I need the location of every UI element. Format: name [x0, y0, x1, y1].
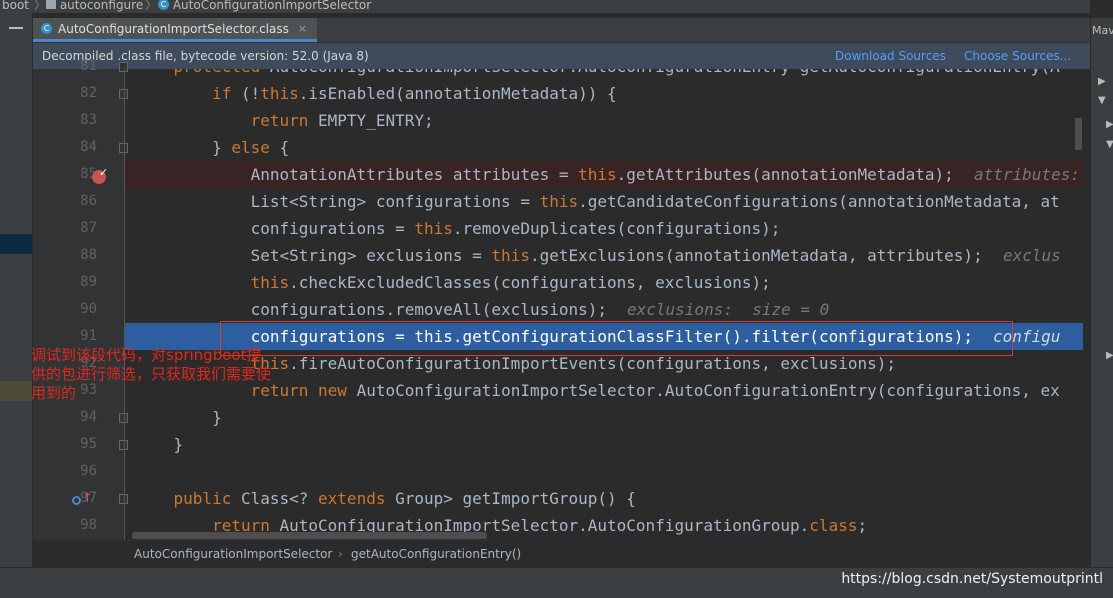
code-row[interactable]: }	[125, 404, 1083, 431]
code-text: }	[135, 435, 184, 454]
maven-tool-panel[interactable]: ▶ ▼ ▶ ▼ ▶	[1090, 18, 1113, 567]
collapse-icon[interactable]: ▼	[1106, 139, 1113, 150]
code-row[interactable]: this.checkExcludedClasses(configurations…	[125, 269, 1083, 296]
editor-tab-active[interactable]: C AutoConfigurationImportSelector.class …	[33, 18, 318, 42]
code-text: if (!this.isEnabled(annotationMetadata))…	[212, 84, 617, 103]
debug-inline-value: attributes:	[974, 165, 1080, 184]
expand-icon[interactable]: ▶	[1098, 76, 1106, 87]
line-number[interactable]: 88	[33, 242, 97, 269]
code-text: configurations.removeAll(exclusions);	[135, 300, 608, 319]
code-text: List<String> configurations = this.getCa…	[135, 192, 1060, 211]
implements-icon[interactable]	[72, 496, 81, 505]
editor-tab-bar: C AutoConfigurationImportSelector.class …	[33, 18, 1090, 43]
code-text: }	[135, 408, 222, 427]
code-row[interactable]: if (!this.isEnabled(annotationMetadata))…	[125, 80, 1083, 107]
code-row[interactable]: Set<String> exclusions = this.getExclusi…	[125, 242, 1083, 269]
annotation-highlight-box	[220, 321, 1013, 356]
line-number[interactable]: 98	[33, 512, 97, 539]
collapse-icon[interactable]: ▼	[1098, 95, 1106, 106]
horizontal-scrollbar[interactable]	[132, 532, 487, 539]
breadcrumb-item-autoconfigure[interactable]: autoconfigure	[46, 0, 143, 11]
left-strip-highlight	[0, 381, 32, 401]
breakpoint-verified-icon: ✓	[99, 166, 109, 179]
line-number[interactable]: 87	[33, 215, 97, 242]
code-text: } else {	[135, 138, 290, 157]
code-row[interactable]: configurations = this.removeDuplicates(c…	[125, 215, 1083, 242]
code-text: configurations = this.removeDuplicates(c…	[135, 219, 781, 238]
close-icon[interactable]: ×	[298, 22, 307, 35]
code-text: Set<String> exclusions = this.getExclusi…	[135, 246, 983, 265]
code-text: return EMPTY_ENTRY;	[250, 111, 434, 130]
code-editor[interactable]: protected AutoConfigurationImportSelecto…	[125, 69, 1083, 540]
line-number[interactable]: 82	[33, 80, 97, 107]
code-text: this.checkExcludedClasses(configurations…	[250, 273, 771, 292]
line-number[interactable]: 83	[33, 107, 97, 134]
breadcrumb-separator: 〉	[145, 0, 158, 12]
code-text: public Class<? extends Group> getImportG…	[173, 489, 636, 508]
collapse-icon[interactable]	[9, 27, 23, 29]
status-bar: https://blog.csdn.net/Systemoutprintl	[0, 567, 1113, 598]
breadcrumb-method[interactable]: getAutoConfigurationEntry()	[351, 541, 521, 568]
package-icon	[46, 0, 56, 9]
decompiled-banner: Decompiled .class file, bytecode version…	[33, 43, 1090, 69]
choose-sources-link[interactable]: Choose Sources...	[964, 43, 1071, 69]
code-text: protected AutoConfigurationImportSelecto…	[135, 69, 1060, 80]
breadcrumb-item-boot[interactable]: boot	[2, 0, 29, 11]
breadcrumb-label: autoconfigure	[59, 0, 144, 12]
editor-gutter[interactable]: 81 82 83 84 85 86 87 88 89 90 91 92 93 94 95 96 97 98	[33, 58, 128, 540]
line-number[interactable]: 94	[33, 404, 97, 431]
code-row[interactable]: return EMPTY_ENTRY;	[125, 107, 1083, 134]
breadcrumb-class[interactable]: AutoConfigurationImportSelector	[134, 541, 332, 568]
code-breadcrumb: AutoConfigurationImportSelector › getAut…	[33, 540, 1090, 568]
code-text: AnnotationAttributes attributes = this.g…	[135, 165, 954, 184]
editor-right-edge	[1083, 69, 1090, 540]
tab-label: AutoConfigurationImportSelector.class	[58, 21, 289, 36]
line-number[interactable]: 85	[33, 161, 97, 188]
breadcrumb-item-class[interactable]: C AutoConfigurationImportSelector	[158, 0, 371, 11]
code-row[interactable]: } else {	[125, 134, 1083, 161]
code-row[interactable]	[125, 458, 1083, 485]
line-number[interactable]: 84	[33, 134, 97, 161]
line-number[interactable]: 86	[33, 188, 97, 215]
watermark: https://blog.csdn.net/Systemoutprintl	[841, 571, 1103, 587]
breadcrumb-separator: ›	[338, 547, 343, 561]
code-text: return new AutoConfigurationImportSelect…	[250, 381, 1060, 400]
expand-icon[interactable]: ▶	[1106, 350, 1113, 361]
navigation-breadcrumb: boot 〉 autoconfigure 〉 C AutoConfigurati…	[0, 0, 1090, 13]
download-sources-link[interactable]: Download Sources	[835, 43, 946, 69]
left-strip-highlight	[0, 234, 32, 254]
line-number[interactable]: 90	[33, 296, 97, 323]
vertical-scroll-marker[interactable]	[1075, 118, 1082, 150]
breadcrumb-separator: 〉	[34, 0, 47, 12]
line-number[interactable]: 96	[33, 458, 97, 485]
code-row[interactable]: }	[125, 431, 1083, 458]
maven-panel-label[interactable]: Mav	[1092, 24, 1113, 37]
line-number[interactable]: 81	[33, 53, 97, 80]
line-number[interactable]: 95	[33, 431, 97, 458]
breadcrumb-label: AutoConfigurationImportSelector	[172, 0, 372, 12]
line-number[interactable]: 89	[33, 269, 97, 296]
code-row[interactable]: configurations.removeAll(exclusions); exc…	[125, 296, 1083, 323]
class-file-icon: C	[41, 23, 52, 34]
code-row[interactable]: public Class<? extends Group> getImportG…	[125, 485, 1083, 512]
annotation-note: 调试到该段代码，对springboot提供的包进行筛选，只获取我们需要使用到的	[31, 346, 272, 402]
code-row[interactable]: AnnotationAttributes attributes = this.g…	[125, 161, 1083, 188]
code-row[interactable]: protected AutoConfigurationImportSelecto…	[125, 69, 1083, 80]
debug-inline-value: exclus	[1003, 246, 1061, 265]
override-arrow-icon[interactable]: ↑	[82, 491, 93, 506]
left-tool-strip	[0, 13, 33, 567]
expand-icon[interactable]: ▶	[1106, 119, 1113, 130]
debug-inline-value: exclusions: size = 0	[627, 300, 830, 319]
code-row[interactable]: List<String> configurations = this.getCa…	[125, 188, 1083, 215]
class-icon: C	[158, 0, 169, 10]
